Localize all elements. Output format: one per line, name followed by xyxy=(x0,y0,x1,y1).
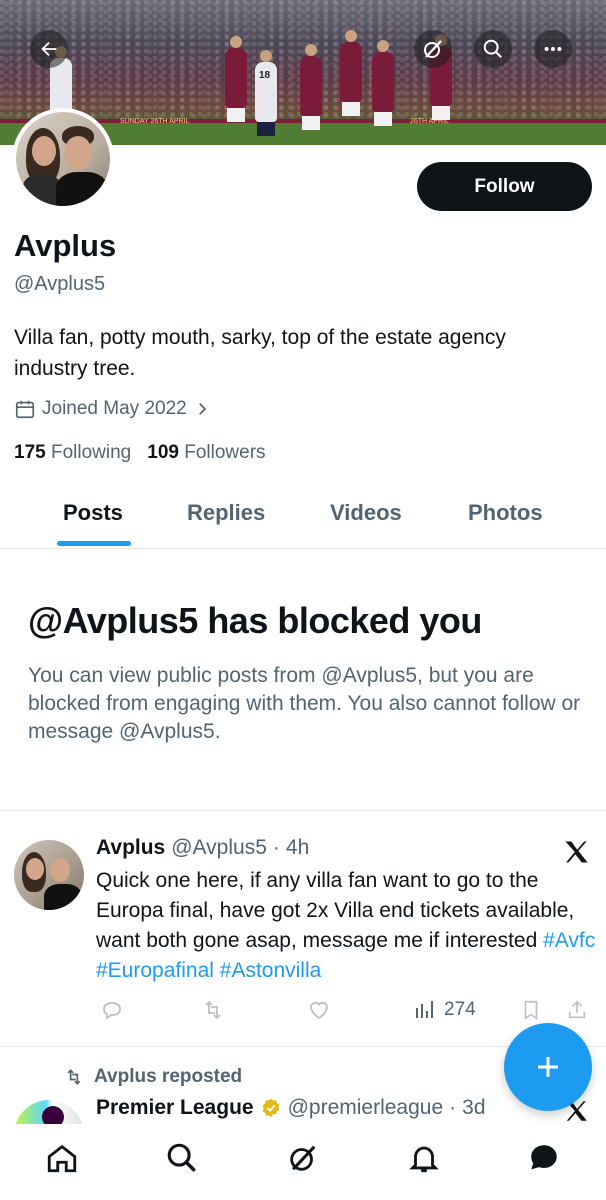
repost-separator: · xyxy=(449,1096,457,1119)
arrow-left-icon xyxy=(41,41,57,57)
post-text: Quick one here, if any villa fan want to… xyxy=(96,866,596,986)
tab-replies[interactable]: Replies xyxy=(187,500,265,526)
following-link[interactable]: 175 Following xyxy=(14,442,131,464)
repost-author-handle[interactable]: @premierleague xyxy=(288,1096,444,1120)
post-time[interactable]: 4h xyxy=(286,836,309,860)
bottom-navigation xyxy=(0,1124,606,1200)
plus-icon xyxy=(538,1057,558,1077)
search-button[interactable] xyxy=(474,30,512,68)
post-header: Avplus @Avplus5 · 4h xyxy=(96,836,309,860)
follow-button[interactable]: Follow xyxy=(417,162,592,211)
nav-messages[interactable] xyxy=(524,1138,564,1178)
following-label: Following xyxy=(50,442,132,463)
bookmark-icon xyxy=(524,1000,538,1020)
reply-icon xyxy=(103,1002,121,1020)
x-logo-icon xyxy=(565,841,588,863)
heart-icon xyxy=(310,1001,328,1020)
home-icon xyxy=(47,1144,77,1173)
profile-name: Avplus xyxy=(14,228,117,263)
nav-home[interactable] xyxy=(42,1138,82,1178)
hashtag[interactable]: #Astonvilla xyxy=(220,959,322,982)
repost-label[interactable]: Avplus reposted xyxy=(94,1066,242,1088)
more-button[interactable] xyxy=(534,30,572,68)
nav-notifications[interactable] xyxy=(404,1138,444,1178)
hashtag[interactable]: #Avfc xyxy=(543,929,595,952)
back-button[interactable] xyxy=(30,30,68,68)
compose-button[interactable] xyxy=(504,1023,592,1111)
post-avatar[interactable] xyxy=(14,840,84,910)
banner-player xyxy=(372,40,394,126)
avatar-photo xyxy=(16,112,110,206)
post-separator: · xyxy=(272,836,280,859)
followers-label: Followers xyxy=(184,442,266,463)
bell-icon xyxy=(409,1146,439,1173)
banner-player: 18 xyxy=(255,50,277,136)
repost-indicator: Avplus reposted xyxy=(62,1066,242,1088)
post-author-name[interactable]: Avplus xyxy=(96,836,165,860)
like-button[interactable] xyxy=(306,998,332,1022)
joined-date[interactable]: Joined May 2022 xyxy=(14,398,211,420)
active-tab-indicator xyxy=(57,541,131,546)
post-actions: 274 xyxy=(96,998,596,1028)
views-icon xyxy=(416,1001,433,1018)
reply-button[interactable] xyxy=(100,998,124,1022)
follow-counts: 175 Following 109 Followers xyxy=(14,442,266,464)
premier-league-avatar[interactable] xyxy=(14,1100,84,1124)
post-author-handle[interactable]: @Avplus5 xyxy=(171,836,267,860)
joined-label: Joined May 2022 xyxy=(42,398,187,419)
followers-count: 109 xyxy=(147,442,179,463)
profile-bio: Villa fan, potty mouth, sarky, top of th… xyxy=(14,326,506,380)
banner-player xyxy=(300,44,322,130)
views-count: 274 xyxy=(444,999,476,1020)
chevron-right-icon xyxy=(198,403,206,415)
retweet-icon xyxy=(205,1000,221,1020)
followers-link[interactable]: 109 Followers xyxy=(147,442,265,464)
grok-icon xyxy=(424,40,442,58)
messages-icon xyxy=(531,1145,557,1170)
nav-grok[interactable] xyxy=(283,1138,323,1178)
tab-posts[interactable]: Posts xyxy=(63,500,123,526)
following-count: 175 xyxy=(14,442,46,463)
calendar-icon xyxy=(15,400,35,419)
repost-time[interactable]: 3d xyxy=(462,1096,485,1120)
bookmark-button[interactable] xyxy=(520,998,542,1022)
banner-player xyxy=(340,30,362,116)
divider xyxy=(0,810,606,811)
share-button[interactable] xyxy=(566,998,588,1022)
retweet-icon xyxy=(67,1069,81,1085)
grok-button[interactable] xyxy=(414,30,452,68)
search-icon xyxy=(167,1143,196,1172)
repost-header: Premier League @premierleague · 3d xyxy=(96,1096,486,1120)
blocked-text: You can view public posts from @Avplus5,… xyxy=(28,664,581,743)
banner-player xyxy=(225,36,247,122)
profile-handle: @Avplus5 xyxy=(14,273,106,295)
blocked-title: @Avplus5 has blocked you xyxy=(28,600,482,641)
post-text-body: Quick one here, if any villa fan want to… xyxy=(96,869,575,952)
search-icon xyxy=(483,39,503,59)
hashtag[interactable]: #Europafinal xyxy=(96,959,214,982)
verified-badge-icon xyxy=(262,1098,279,1118)
more-icon xyxy=(544,46,562,52)
profile-avatar[interactable] xyxy=(12,108,114,210)
tab-videos[interactable]: Videos xyxy=(330,500,402,526)
views-button[interactable]: 274 xyxy=(412,998,476,1022)
grok-icon xyxy=(290,1145,316,1171)
nav-search[interactable] xyxy=(162,1138,202,1178)
repost-author-name[interactable]: Premier League xyxy=(96,1096,254,1120)
shirt-number: 18 xyxy=(259,70,271,81)
share-icon xyxy=(568,1000,586,1019)
retweet-button[interactable] xyxy=(200,998,226,1022)
tab-photos[interactable]: Photos xyxy=(468,500,543,526)
